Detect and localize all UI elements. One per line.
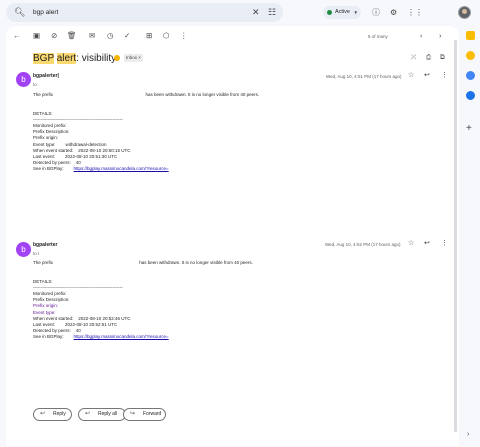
search-options-icon[interactable]: ☷: [268, 6, 276, 19]
reply-icon[interactable]: ↩: [424, 239, 430, 248]
body-text: When event started: 2022-08-10 20:52:46 …: [33, 315, 131, 321]
body-text: Event type:: [33, 309, 56, 315]
reply-all-label: Reply all: [98, 411, 118, 417]
body-text: Prefix origin:: [33, 135, 59, 141]
add-addon-icon[interactable]: +: [466, 124, 472, 134]
more-vert-icon[interactable]: ⋮: [441, 239, 448, 248]
snooze-icon[interactable]: ◷: [107, 31, 114, 41]
scrollbar[interactable]: [454, 40, 457, 432]
body-text: Prefix origin:: [33, 303, 59, 309]
recipient-line[interactable]: to: [33, 81, 37, 88]
move-to-icon[interactable]: ⊞: [146, 31, 152, 41]
body-text: The prefix has been withdrawn. It is no …: [33, 92, 260, 97]
forward-label: Forward: [143, 411, 162, 417]
body-text: Monitored prefix:: [33, 290, 67, 296]
reply-button[interactable]: ↩ Reply: [33, 408, 72, 421]
body-text: Prefix Description:: [33, 297, 70, 303]
body-text: When event started: 2022-08-10 20:50:15 …: [33, 147, 131, 153]
body-text: See in BGPlay:: [33, 166, 74, 172]
report-spam-icon[interactable]: ⊘: [51, 31, 57, 41]
body-text: Last event: 2022-08-10 20:51:30 UTC: [33, 153, 118, 159]
archive-icon[interactable]: ▣: [33, 31, 40, 41]
chevron-down-icon: ▼: [353, 10, 358, 15]
important-marker-icon[interactable]: [114, 55, 120, 61]
bgplay-link[interactable]: https://bgplay.massimocandela.com/?resou…: [74, 334, 169, 339]
more-vert-icon[interactable]: ⋮: [441, 71, 448, 80]
message-body: The prefix has been withdrawn. It is no …: [33, 92, 259, 172]
tasks-icon[interactable]: [466, 71, 475, 80]
reply-icon[interactable]: ↩: [424, 71, 430, 80]
delete-icon[interactable]: 🗑︎: [67, 31, 77, 41]
message-date: Wed, Aug 10, 4:51 PM (17 hours ago): [326, 74, 402, 79]
search-icon[interactable]: 🔍︎: [14, 6, 25, 19]
body-text: DETAILS:: [33, 110, 53, 116]
sender-name[interactable]: bgpalerter: [33, 241, 57, 249]
back-arrow-icon[interactable]: ←: [13, 31, 21, 41]
body-line: See in BGPlay: https://bgplay.massimocan…: [33, 334, 253, 340]
star-icon[interactable]: ☆: [408, 239, 414, 248]
chevron-right-icon[interactable]: ›: [439, 31, 442, 41]
apps-grid-icon[interactable]: ⋮⋮: [407, 7, 423, 18]
body-text: Detected by peers: 40: [33, 328, 81, 334]
bgplay-link[interactable]: https://bgplay.massimocandela.com/?resou…: [74, 166, 169, 171]
recipient-line[interactable]: to i: [33, 250, 39, 257]
pager-count: 5 of many: [368, 34, 388, 39]
reply-label: Reply: [53, 411, 66, 417]
body-line: The prefix has been withdrawn. It is no …: [33, 92, 259, 98]
collapse-all-icon[interactable]: ⤫: [411, 53, 416, 62]
body-text: See in BGPlay:: [33, 334, 74, 340]
active-dot-icon: [327, 10, 332, 15]
status-label: Active: [335, 9, 350, 15]
keep-icon[interactable]: [466, 51, 475, 60]
chevron-right-icon[interactable]: ›: [467, 430, 469, 439]
account-avatar[interactable]: [458, 6, 471, 19]
gear-icon[interactable]: ⚙: [390, 7, 397, 18]
avatar-face: [462, 9, 467, 14]
body-text: ----------------------------------------…: [33, 284, 123, 290]
subject-highlight-bgp: BGP: [33, 53, 54, 64]
sender-avatar: b: [16, 72, 31, 87]
body-text: Monitored prefix:: [33, 122, 67, 128]
message-date: Wed, Aug 10, 4:52 PM (17 hours ago): [325, 242, 401, 247]
mark-unread-icon[interactable]: ✉: [89, 31, 95, 41]
reply-all-icon: ↩: [85, 411, 91, 417]
chevron-left-icon[interactable]: ‹: [420, 31, 423, 41]
status-button[interactable]: Active ▼: [323, 6, 361, 19]
page-title: BGP alert: visibility: [33, 52, 116, 65]
reply-all-button[interactable]: ↩ Reply all: [78, 408, 126, 421]
body-text: Detected by peers: 40: [33, 160, 81, 166]
contacts-icon[interactable]: [466, 91, 475, 100]
body-line: See in BGPlay: https://bgplay.massimocan…: [33, 166, 259, 172]
star-icon[interactable]: ☆: [408, 71, 414, 80]
print-icon[interactable]: ⎙: [426, 53, 431, 62]
body-line: The prefix has been withdrawn. It is no …: [33, 260, 253, 266]
body-text: ----------------------------------------…: [33, 116, 123, 122]
open-new-window-icon[interactable]: ⧉: [440, 53, 445, 62]
search-bar[interactable]: 🔍︎ bgp alert ✕ ☷: [6, 3, 283, 22]
reply-icon: ↩: [40, 411, 46, 417]
top-bar: 🔍︎ bgp alert ✕ ☷ Active ▼ ⓘ ⚙ ⋮⋮: [0, 0, 480, 26]
inbox-label-badge[interactable]: Inbox ×: [124, 54, 143, 62]
subject-rest: : visibility: [76, 53, 117, 64]
forward-button[interactable]: ↪ Forward: [123, 408, 166, 421]
message-panel: ← ▣ ⊘ 🗑︎ ✉ ◷ ✓ ⊞ ⬡ ⋮ 5 of many ‹ › BGP a…: [6, 26, 459, 446]
forward-icon: ↪: [130, 411, 136, 417]
message-body: The prefix has been withdrawn. It is no …: [33, 260, 253, 340]
more-vert-icon[interactable]: ⋮: [180, 31, 188, 41]
label-icon[interactable]: ⬡: [163, 31, 170, 41]
body-text: Prefix Description:: [33, 129, 70, 135]
side-panel-rail: + ›: [462, 26, 480, 447]
body-text: Event type: withdrawal-detection: [33, 141, 107, 147]
body-text: DETAILS:: [33, 278, 53, 284]
calendar-icon[interactable]: [466, 31, 475, 40]
add-task-icon[interactable]: ✓: [124, 31, 130, 41]
body-text: The prefix has been withdrawn. It is no …: [33, 260, 253, 265]
search-input[interactable]: bgp alert: [33, 7, 58, 18]
body-text: Last event: 2022-08-10 20:52:51 UTC: [33, 321, 118, 327]
subject-highlight-alert: alert: [56, 53, 77, 64]
sender-avatar: b: [16, 242, 31, 257]
sender-name[interactable]: bgpalerter|: [33, 72, 59, 80]
help-icon[interactable]: ⓘ: [372, 7, 380, 18]
clear-search-icon[interactable]: ✕: [252, 6, 260, 19]
